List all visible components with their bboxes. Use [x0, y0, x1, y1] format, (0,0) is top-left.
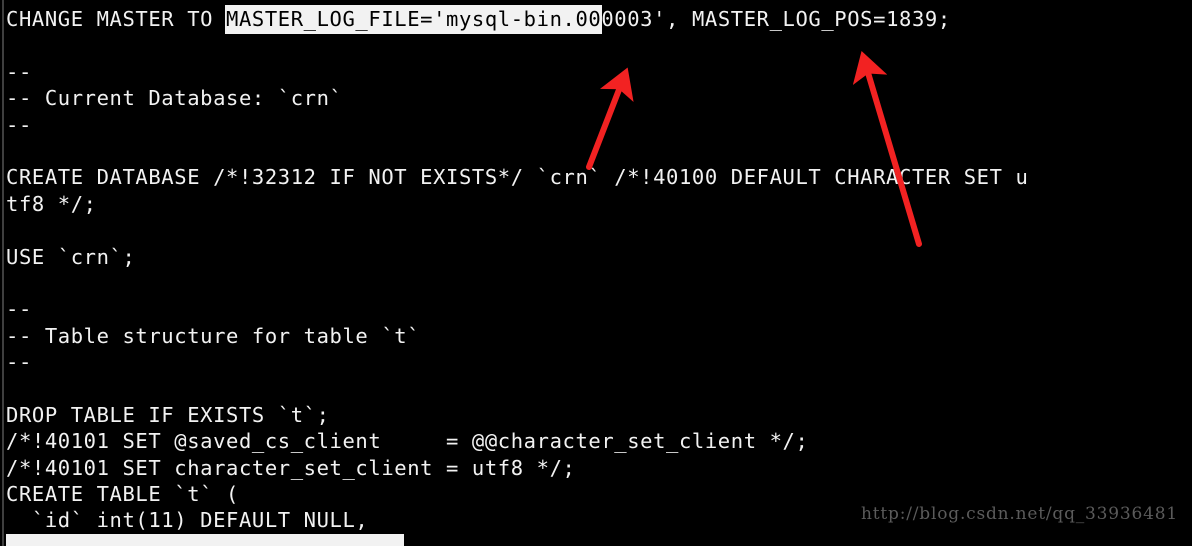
line-blank-2: ​: [6, 138, 1192, 164]
line-comment-dash-3: --: [6, 296, 1192, 322]
line-change-master-text-0: CHANGE MASTER TO: [6, 7, 227, 31]
line-blank-4: ​: [6, 270, 1192, 296]
line-column-id-text: `id` int(11) DEFAULT NULL,: [6, 508, 369, 533]
console-output[interactable]: CHANGE MASTER TO MASTER_LOG_FILE='mysql-…: [0, 0, 1192, 534]
line-set-character-set-client: /*!40101 SET character_set_client = utf8…: [6, 455, 1192, 481]
line-blank-1: ​: [6, 32, 1192, 58]
line-blank-3: ​: [6, 217, 1192, 243]
line-create-database-text: CREATE DATABASE /*!32312 IF NOT EXISTS*/…: [6, 165, 1029, 190]
line-table-structure: -- Table structure for table `t`: [6, 323, 1192, 349]
terminal-window: CHANGE MASTER TO MASTER_LOG_FILE='mysql-…: [0, 0, 1192, 546]
line-drop-table-text: DROP TABLE IF EXISTS `t`;: [6, 402, 330, 427]
line-blank-5: ​: [6, 375, 1192, 401]
line-change-master-text-2: 0003', MASTER_LOG_POS=1839;: [601, 7, 951, 31]
line-table-structure-text: -- Table structure for table `t`: [6, 323, 421, 348]
line-comment-dash-1-text: --: [6, 59, 32, 84]
line-create-database-wrap: tf8 */;: [6, 191, 1192, 217]
line-comment-dash-1: --: [6, 59, 1192, 85]
line-change-master-selection[interactable]: MASTER_LOG_FILE='mysql-bin.00: [226, 6, 602, 33]
line-change-master: CHANGE MASTER TO MASTER_LOG_FILE='mysql-…: [6, 6, 1192, 33]
line-set-character-set-client-text: /*!40101 SET character_set_client = utf8…: [6, 455, 576, 480]
line-current-database: -- Current Database: `crn`: [6, 85, 1192, 111]
line-comment-dash-4: --: [6, 349, 1192, 375]
line-comment-dash-4-text: --: [6, 350, 32, 375]
csdn-watermark: http://blog.csdn.net/qq_33936481: [861, 504, 1178, 524]
line-create-database: CREATE DATABASE /*!32312 IF NOT EXISTS*/…: [6, 164, 1192, 190]
line-comment-dash-3-text: --: [6, 297, 32, 322]
line-current-database-text: -- Current Database: `crn`: [6, 86, 343, 111]
line-create-table-text: CREATE TABLE `t` (: [6, 482, 239, 507]
line-comment-dash-2: --: [6, 112, 1192, 138]
line-create-database-wrap-text: tf8 */;: [6, 191, 97, 216]
line-use-crn: USE `crn`;: [6, 244, 1192, 270]
line-comment-dash-2-text: --: [6, 112, 32, 137]
line-use-crn-text: USE `crn`;: [6, 244, 136, 269]
line-saved-cs-client: /*!40101 SET @saved_cs_client = @@charac…: [6, 428, 1192, 454]
line-drop-table: DROP TABLE IF EXISTS `t`;: [6, 402, 1192, 428]
line-saved-cs-client-text: /*!40101 SET @saved_cs_client = @@charac…: [6, 429, 809, 454]
bottom-partial-selected-line: `name` varchar(20): [6, 534, 404, 546]
